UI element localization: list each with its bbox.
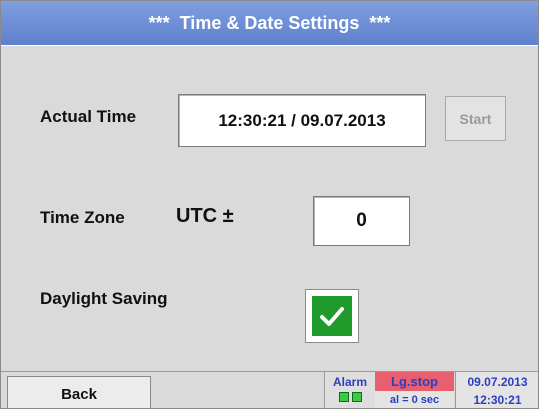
- page-title: *** Time & Date Settings ***: [148, 12, 391, 33]
- daylight-saving-checkbox[interactable]: [305, 289, 359, 343]
- alarm-leds: [325, 392, 375, 402]
- daylight-saving-label: Daylight Saving: [40, 289, 168, 308]
- start-button[interactable]: Start: [445, 96, 506, 141]
- checkbox-fill: [312, 296, 352, 336]
- time-date-settings-screen: *** Time & Date Settings *** Actual Time…: [0, 0, 539, 409]
- alarm-led-2: [351, 392, 362, 402]
- datetime-status: 09.07.2013 12:30:21: [455, 372, 538, 408]
- time-zone-label: Time Zone: [40, 208, 125, 227]
- alarm-status: Alarm: [324, 372, 375, 408]
- alarm-led-1: [338, 392, 349, 402]
- logger-state: Lg.stop: [375, 372, 454, 391]
- status-time: 12:30:21: [473, 393, 522, 407]
- back-button-label: Back: [61, 385, 97, 403]
- actual-time-value: 12:30:21 / 09.07.2013: [218, 110, 386, 130]
- start-button-label: Start: [459, 110, 492, 127]
- time-zone-value: 0: [356, 210, 367, 231]
- title-bar: *** Time & Date Settings ***: [1, 1, 538, 46]
- status-date: 09.07.2013: [467, 375, 528, 389]
- back-button[interactable]: Back: [7, 376, 151, 408]
- actual-time-label: Actual Time: [40, 107, 137, 126]
- checkmark-icon: [320, 307, 344, 326]
- logger-status: Lg.stop al = 0 sec: [375, 372, 454, 408]
- time-zone-field[interactable]: 0: [313, 196, 410, 246]
- logger-interval: al = 0 sec: [375, 391, 454, 408]
- alarm-label: Alarm: [332, 375, 367, 389]
- actual-time-field[interactable]: 12:30:21 / 09.07.2013: [178, 94, 426, 147]
- utc-label: UTC ±: [176, 205, 234, 227]
